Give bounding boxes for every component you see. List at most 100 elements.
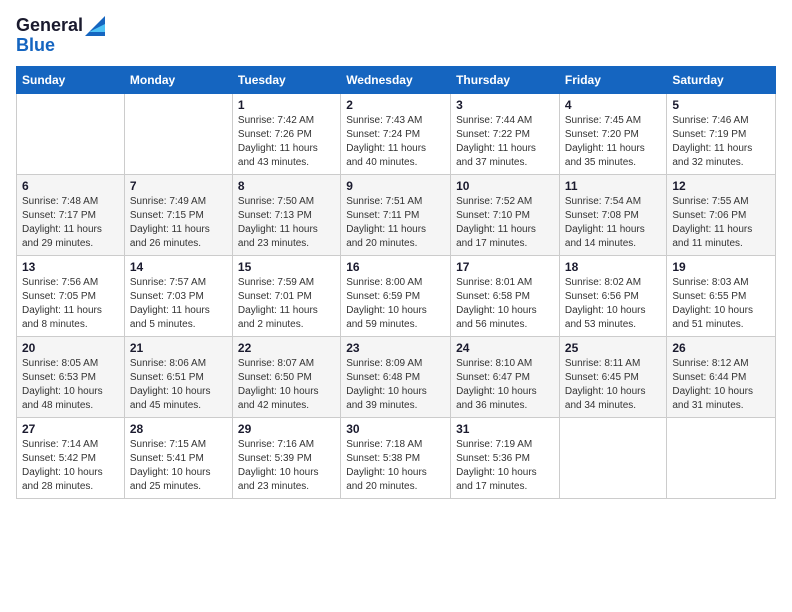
day-info: Sunrise: 7:44 AMSunset: 7:22 PMDaylight:…: [456, 114, 554, 170]
day-info: Sunrise: 8:03 AMSunset: 6:55 PMDaylight:…: [672, 276, 770, 332]
day-number: 11: [565, 179, 661, 193]
day-cell: 18 Sunrise: 8:02 AMSunset: 6:56 PMDayligh…: [559, 255, 666, 336]
day-info: Sunrise: 7:52 AMSunset: 7:10 PMDaylight:…: [456, 195, 554, 251]
day-info: Sunrise: 8:07 AMSunset: 6:50 PMDaylight:…: [238, 357, 335, 413]
day-info: Sunrise: 7:57 AMSunset: 7:03 PMDaylight:…: [130, 276, 227, 332]
logo-arrow-icon: [85, 16, 105, 36]
day-info: Sunrise: 7:46 AMSunset: 7:19 PMDaylight:…: [672, 114, 770, 170]
day-info: Sunrise: 7:50 AMSunset: 7:13 PMDaylight:…: [238, 195, 335, 251]
day-number: 26: [672, 341, 770, 355]
day-info: Sunrise: 8:10 AMSunset: 6:47 PMDaylight:…: [456, 357, 554, 413]
col-header-sunday: Sunday: [17, 66, 125, 93]
day-cell: 12Sunrise: 7:55 AMSunset: 7:06 PMDayligh…: [667, 174, 776, 255]
header-row: SundayMondayTuesdayWednesdayThursdayFrid…: [17, 66, 776, 93]
day-number: 25: [565, 341, 661, 355]
week-row-3: 13 Sunrise: 7:56 AMSunset: 7:05 PMDayligh…: [17, 255, 776, 336]
col-header-friday: Friday: [559, 66, 666, 93]
col-header-monday: Monday: [124, 66, 232, 93]
day-number: 13: [22, 260, 119, 274]
day-info: Sunrise: 8:12 AMSunset: 6:44 PMDaylight:…: [672, 357, 770, 413]
day-cell: 4Sunrise: 7:45 AMSunset: 7:20 PMDaylight…: [559, 93, 666, 174]
day-info: Sunrise: 7:43 AMSunset: 7:24 PMDaylight:…: [346, 114, 445, 170]
day-info: Sunrise: 7:55 AMSunset: 7:06 PMDaylight:…: [672, 195, 770, 251]
day-number: 15: [238, 260, 335, 274]
day-info: Sunrise: 7:56 AMSunset: 7:05 PMDaylight:…: [22, 276, 119, 332]
day-info: Sunrise: 8:02 AMSunset: 6:56 PMDaylight:…: [565, 276, 661, 332]
day-number: 2: [346, 98, 445, 112]
day-cell: 14 Sunrise: 7:57 AMSunset: 7:03 PMDayligh…: [124, 255, 232, 336]
day-cell: 24 Sunrise: 8:10 AMSunset: 6:47 PMDayligh…: [451, 336, 560, 417]
day-number: 14: [130, 260, 227, 274]
day-number: 8: [238, 179, 335, 193]
day-number: 9: [346, 179, 445, 193]
day-info: Sunrise: 8:05 AMSunset: 6:53 PMDaylight:…: [22, 357, 119, 413]
week-row-1: 1Sunrise: 7:42 AMSunset: 7:26 PMDaylight…: [17, 93, 776, 174]
day-number: 19: [672, 260, 770, 274]
day-cell: 27 Sunrise: 7:14 AMSunset: 5:42 PMDayligh…: [17, 417, 125, 498]
day-cell: 22Sunrise: 8:07 AMSunset: 6:50 PMDayligh…: [232, 336, 340, 417]
week-row-2: 6 Sunrise: 7:48 AMSunset: 7:17 PMDaylight…: [17, 174, 776, 255]
day-number: 4: [565, 98, 661, 112]
logo: General Blue: [16, 16, 105, 56]
day-number: 21: [130, 341, 227, 355]
day-number: 1: [238, 98, 335, 112]
day-cell: 23 Sunrise: 8:09 AMSunset: 6:48 PMDayligh…: [341, 336, 451, 417]
day-info: Sunrise: 7:18 AMSunset: 5:38 PMDaylight:…: [346, 438, 445, 494]
day-number: 31: [456, 422, 554, 436]
day-cell: 8 Sunrise: 7:50 AMSunset: 7:13 PMDaylight…: [232, 174, 340, 255]
day-number: 27: [22, 422, 119, 436]
day-cell: 25 Sunrise: 8:11 AMSunset: 6:45 PMDayligh…: [559, 336, 666, 417]
day-cell: 20 Sunrise: 8:05 AMSunset: 6:53 PMDayligh…: [17, 336, 125, 417]
day-info: Sunrise: 8:09 AMSunset: 6:48 PMDaylight:…: [346, 357, 445, 413]
day-number: 28: [130, 422, 227, 436]
day-cell: 5 Sunrise: 7:46 AMSunset: 7:19 PMDaylight…: [667, 93, 776, 174]
day-number: 7: [130, 179, 227, 193]
page-header: General Blue: [16, 16, 776, 56]
day-number: 20: [22, 341, 119, 355]
day-cell: 3Sunrise: 7:44 AMSunset: 7:22 PMDaylight…: [451, 93, 560, 174]
day-cell: [559, 417, 666, 498]
day-info: Sunrise: 8:06 AMSunset: 6:51 PMDaylight:…: [130, 357, 227, 413]
week-row-4: 20 Sunrise: 8:05 AMSunset: 6:53 PMDayligh…: [17, 336, 776, 417]
day-cell: 7 Sunrise: 7:49 AMSunset: 7:15 PMDaylight…: [124, 174, 232, 255]
day-info: Sunrise: 7:54 AMSunset: 7:08 PMDaylight:…: [565, 195, 661, 251]
day-cell: 9 Sunrise: 7:51 AMSunset: 7:11 PMDaylight…: [341, 174, 451, 255]
day-number: 6: [22, 179, 119, 193]
day-cell: 15 Sunrise: 7:59 AMSunset: 7:01 PMDayligh…: [232, 255, 340, 336]
day-number: 29: [238, 422, 335, 436]
day-info: Sunrise: 8:01 AMSunset: 6:58 PMDaylight:…: [456, 276, 554, 332]
day-info: Sunrise: 7:15 AMSunset: 5:41 PMDaylight:…: [130, 438, 227, 494]
col-header-tuesday: Tuesday: [232, 66, 340, 93]
day-cell: 2 Sunrise: 7:43 AMSunset: 7:24 PMDaylight…: [341, 93, 451, 174]
logo-blue: Blue: [16, 36, 55, 56]
day-cell: 6 Sunrise: 7:48 AMSunset: 7:17 PMDaylight…: [17, 174, 125, 255]
day-cell: [667, 417, 776, 498]
day-number: 10: [456, 179, 554, 193]
day-info: Sunrise: 7:49 AMSunset: 7:15 PMDaylight:…: [130, 195, 227, 251]
day-info: Sunrise: 7:51 AMSunset: 7:11 PMDaylight:…: [346, 195, 445, 251]
day-cell: 11 Sunrise: 7:54 AMSunset: 7:08 PMDayligh…: [559, 174, 666, 255]
day-number: 23: [346, 341, 445, 355]
day-cell: 13 Sunrise: 7:56 AMSunset: 7:05 PMDayligh…: [17, 255, 125, 336]
week-row-5: 27 Sunrise: 7:14 AMSunset: 5:42 PMDayligh…: [17, 417, 776, 498]
day-number: 24: [456, 341, 554, 355]
day-cell: 28 Sunrise: 7:15 AMSunset: 5:41 PMDayligh…: [124, 417, 232, 498]
day-cell: 10 Sunrise: 7:52 AMSunset: 7:10 PMDayligh…: [451, 174, 560, 255]
day-cell: 1Sunrise: 7:42 AMSunset: 7:26 PMDaylight…: [232, 93, 340, 174]
day-cell: 29Sunrise: 7:16 AMSunset: 5:39 PMDayligh…: [232, 417, 340, 498]
day-cell: [124, 93, 232, 174]
day-number: 30: [346, 422, 445, 436]
day-info: Sunrise: 8:00 AMSunset: 6:59 PMDaylight:…: [346, 276, 445, 332]
day-cell: 17Sunrise: 8:01 AMSunset: 6:58 PMDayligh…: [451, 255, 560, 336]
day-cell: 16Sunrise: 8:00 AMSunset: 6:59 PMDayligh…: [341, 255, 451, 336]
day-info: Sunrise: 8:11 AMSunset: 6:45 PMDaylight:…: [565, 357, 661, 413]
day-number: 5: [672, 98, 770, 112]
day-cell: 31 Sunrise: 7:19 AMSunset: 5:36 PMDayligh…: [451, 417, 560, 498]
day-cell: 26 Sunrise: 8:12 AMSunset: 6:44 PMDayligh…: [667, 336, 776, 417]
day-cell: 21 Sunrise: 8:06 AMSunset: 6:51 PMDayligh…: [124, 336, 232, 417]
day-info: Sunrise: 7:48 AMSunset: 7:17 PMDaylight:…: [22, 195, 119, 251]
day-info: Sunrise: 7:19 AMSunset: 5:36 PMDaylight:…: [456, 438, 554, 494]
day-number: 18: [565, 260, 661, 274]
day-info: Sunrise: 7:59 AMSunset: 7:01 PMDaylight:…: [238, 276, 335, 332]
day-info: Sunrise: 7:14 AMSunset: 5:42 PMDaylight:…: [22, 438, 119, 494]
